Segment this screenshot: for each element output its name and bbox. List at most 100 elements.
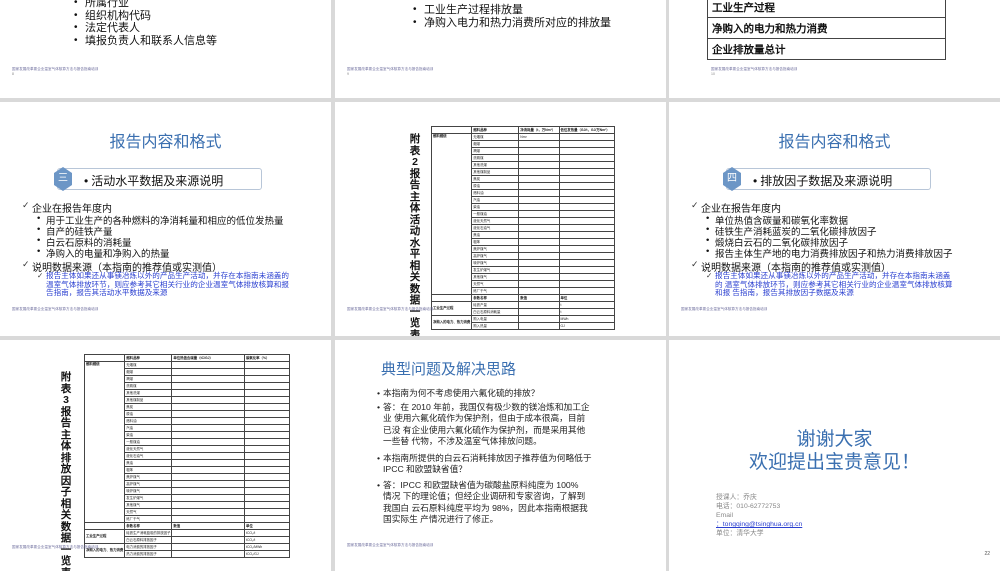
table-cell — [244, 466, 290, 474]
table-cell: 褐煤 — [471, 147, 520, 155]
table-row: 燃料燃烧 无烟煤 Nm³ — [430, 133, 616, 295]
slide-title: 典型问题及解决思路 — [381, 361, 517, 378]
table-cell — [171, 543, 245, 551]
table-row: 燃料品种 单位热值含碳量（tC/GJ） 碳氧化率（%） — [83, 354, 290, 362]
table-cell — [244, 480, 290, 488]
table-cell: 其他洗煤 — [471, 161, 520, 169]
table-cell: 其他煤气 — [124, 501, 173, 509]
table-cell — [558, 259, 616, 267]
table-cell — [558, 217, 616, 225]
table-cell — [558, 252, 616, 260]
table-cell — [171, 431, 245, 439]
note-text: 报告主体如果还从事镁冶炼以外的产品生产活动，并存在本指南未涵盖 的 温室气体排放… — [706, 271, 952, 298]
table-cell: 工业生产过程 — [83, 529, 126, 544]
list-item: 净购入的电量和净购入的热量 — [37, 246, 169, 260]
thanks-line-2: 欢迎提出宝贵意见！ — [748, 452, 920, 473]
table-cell: 焦炉煤气 — [471, 245, 520, 253]
list-item: 法定代表人 — [72, 22, 217, 35]
table-cell: 燃料品种 — [124, 354, 173, 362]
note-line: 和报 告指南，报告其排放因子数据及来源 — [715, 288, 854, 298]
table-cell — [171, 494, 245, 502]
table-cell: 燃料燃烧 — [430, 133, 473, 295]
answer-1: 答：在 2010 年前，我国仅有极少数的镁冶炼和加工企 业 使用六氟化硫作为保护… — [377, 402, 590, 447]
table-cell — [430, 294, 473, 302]
table-cell — [171, 501, 245, 509]
list-item: 所属行业 — [72, 0, 217, 10]
table-cell: 其他洗煤 — [124, 389, 173, 397]
question-line: 本指南所提供的白云石消耗排放因子推荐值为何略低于 — [383, 453, 592, 463]
table-cell: 数值 — [518, 294, 560, 302]
slide-thumbnail-7[interactable]: 附表3报告主体排放因子相关数据一览表 燃料品种单位热值含碳量（tC/GJ）碳氧化… — [0, 340, 331, 571]
table-cell — [518, 203, 560, 211]
slide-thumbnail-1[interactable]: 所属行业 组织机构代码 法定代表人 填报负责人和联系人信息等 国家发展改革委企业… — [0, 0, 331, 98]
table-cell: 单位 — [558, 294, 616, 302]
slide-thumbnail-4[interactable]: 报告内容和格式 三 活动水平数据及来源说明 企业在报告年度内 用于工业生产的各种… — [0, 102, 331, 336]
list-item: 报告主体生产地的电力消费排放因子和热力消费排放因子 — [706, 246, 952, 260]
table-cell — [244, 508, 290, 516]
table-cell — [83, 354, 126, 362]
slide-thumbnail-5[interactable]: 附表2报告主体活动水平相关数据一览表 燃料品种 净消耗量（t，万Nm³） 低位发热量… — [335, 102, 666, 336]
table-cell: 无烟煤 — [471, 133, 520, 141]
table-cell — [171, 417, 245, 425]
table-cell — [244, 361, 290, 369]
table-cell: 焦炭 — [471, 175, 520, 183]
table-row: 净购入的电力和热力消费 — [707, 17, 946, 39]
table-cell — [244, 368, 290, 376]
hexagon-badge-icon: 三 — [54, 167, 72, 191]
table-cell: 购入电量 — [471, 315, 520, 323]
answer-line: 答：IPCC 和欧盟缺省值为碳酸盐原料纯度为 100% — [383, 480, 579, 490]
table-cell: 购入热量 — [471, 322, 520, 330]
table-cell — [244, 424, 290, 432]
table-cell — [558, 147, 616, 155]
table-cell: 燃料燃烧 — [83, 361, 126, 523]
answer-line: 一些替 代物，不涉及温室气体排放问题。 — [383, 435, 542, 446]
slide-thumbnail-3[interactable]: 工业生产过程 净购入的电力和热力消费 企业排放量总计 国家发展改革委企业温室气体… — [669, 0, 1000, 98]
table-cell — [518, 189, 560, 197]
table-cell — [244, 501, 290, 509]
bullet-list: 所属行业 组织机构代码 法定代表人 填报负责人和联系人信息等 — [72, 0, 217, 47]
slide-thumbnail-9[interactable]: 谢谢大家 欢迎提出宝贵意见！ 授课人：乔庆 电话：010-62772753 Em… — [669, 340, 1000, 571]
table-cell — [244, 403, 290, 411]
table-cell — [244, 452, 290, 460]
answer-line: 情况 下的理论值；但经企业调研和专家咨询，了解到 — [383, 491, 586, 502]
table-cell — [518, 238, 560, 246]
question-line: IPCC 和欧盟缺省值？ — [383, 464, 467, 475]
table-cell: 单位 — [244, 522, 290, 530]
table-cell — [518, 273, 560, 281]
table-row: 净购入的电力、热力消费 购入电量 MWh — [430, 315, 616, 330]
table-cell — [558, 196, 616, 204]
table-cell — [558, 154, 616, 162]
table-cell — [244, 417, 290, 425]
table-cell — [518, 287, 560, 295]
table-cell — [558, 140, 616, 148]
table-cell: 柴油 — [124, 431, 173, 439]
slide-footer: 国家发展改革委企业温室气体核算方法与报告指南培训 — [12, 307, 99, 311]
bullet-list: 工业生产过程排放量 净购入电力和热力消费所对应的排放量 — [411, 4, 611, 29]
table-cell: 天然气 — [471, 280, 520, 288]
table-row: 燃料燃烧 无烟煤 — [83, 361, 290, 523]
table-cell: tCO₂/t — [244, 529, 290, 537]
table-cell — [558, 175, 616, 183]
table-cell — [171, 487, 245, 495]
contact-line: 电话：010-62772753 — [716, 503, 781, 510]
answer-line: 我国白 云石原料纯度平均为 98%，因此本指南根据我 — [383, 502, 588, 513]
table-cell — [244, 396, 290, 404]
table-cell — [171, 473, 245, 481]
slide-thumbnail-6[interactable]: 报告内容和格式 四 排放因子数据及来源说明 企业在报告年度内 单位热值含碳量和碳… — [669, 102, 1000, 336]
slide-thumbnail-2[interactable]: 工业生产过程排放量 净购入电力和热力消费所对应的排放量 国家发展改革委企业温室气… — [335, 0, 666, 98]
table-cell — [171, 452, 245, 460]
thanks-line-1: 谢谢大家 — [796, 429, 873, 450]
table-cell: 一般煤油 — [124, 438, 173, 446]
answer-line: 业 使用六氟化硫作为保护剂，但由于成本很高，目前 — [383, 413, 586, 424]
slide-thumbnail-8[interactable]: 典型问题及解决思路 本指南为何不考虑使用六氟化硫的排放？ 答：在 2010 年前… — [335, 340, 666, 571]
table-cell — [518, 301, 560, 309]
table-cell — [171, 536, 245, 544]
table-row: 净购入的电力、热力消费 电力消费的排放因子 tCO₂/MWh — [83, 543, 290, 558]
table-cell — [518, 259, 560, 267]
table-cell: 褐煤 — [124, 375, 173, 383]
table-cell — [558, 161, 616, 169]
table-cell — [83, 522, 126, 530]
section-heading: 三 活动水平数据及来源说明 — [54, 167, 262, 191]
table-cell — [244, 473, 290, 481]
table-cell: 燃料油 — [124, 417, 173, 425]
